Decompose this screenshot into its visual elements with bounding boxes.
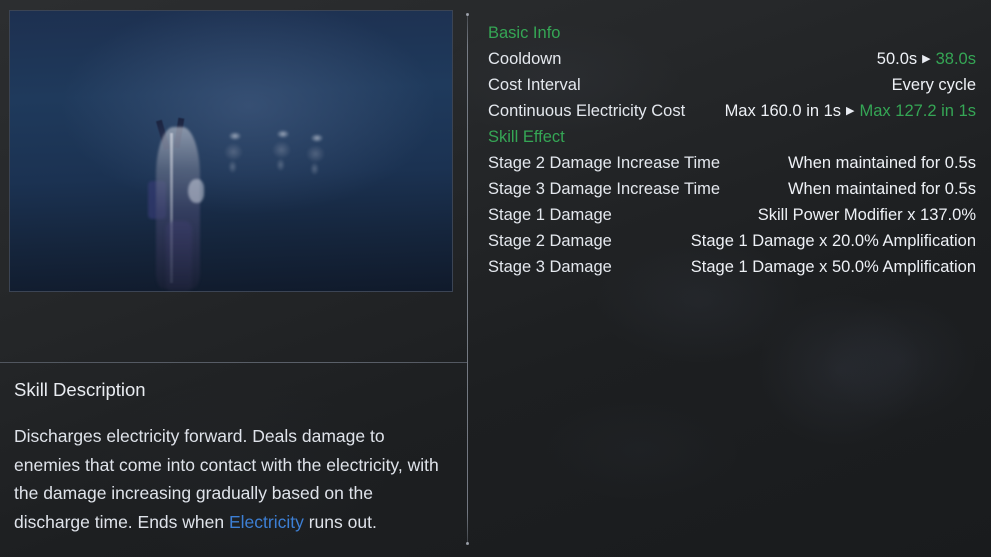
stat-list: Basic Info Cooldown 50.0s ▶ 38.0s Cost Interv… xyxy=(488,20,976,280)
stat-label: Stage 3 Damage Increase Time xyxy=(488,179,721,198)
skill-description-body: Discharges electricity forward. Deals da… xyxy=(14,422,444,536)
stat-value-arrow-icon: ▶ xyxy=(846,104,855,117)
stat-label: Continuous Electricity Cost xyxy=(488,101,686,120)
stat-value-base: 50.0s xyxy=(876,49,918,68)
stat-value: Stage 1 Damage x 20.0% Amplification xyxy=(691,232,976,251)
stat-label: Stage 2 Damage Increase Time xyxy=(488,153,721,172)
stat-value: When maintained for 0.5s xyxy=(788,180,976,199)
stat-label: Cost Interval xyxy=(488,75,581,94)
stat-value-base: Stage 1 Damage x 50.0% Amplification xyxy=(690,257,976,276)
stat-row: Stage 3 Damage Stage 1 Damage x 50.0% Amp… xyxy=(488,254,976,280)
stat-section-basic-info: Basic Info xyxy=(488,20,976,46)
stat-row: Cooldown 50.0s ▶ 38.0s xyxy=(488,46,976,72)
stat-label: Stage 2 Damage xyxy=(488,231,612,250)
stat-row: Stage 1 Damage Skill Power Modifier x 137… xyxy=(488,202,976,228)
stat-value: Max 160.0 in 1s ▶ Max 127.2 in 1s xyxy=(725,102,976,121)
enemy-silhouette xyxy=(220,129,250,173)
enemy-silhouette xyxy=(302,131,332,175)
stat-value-base: Stage 1 Damage x 20.0% Amplification xyxy=(690,231,976,250)
skill-description-heading: Skill Description xyxy=(14,379,146,400)
stat-value-arrow-icon: ▶ xyxy=(922,52,931,65)
stat-value-base: When maintained for 0.5s xyxy=(787,153,976,172)
horizontal-divider xyxy=(0,362,467,363)
skill-left-panel: 4 Electric xyxy=(0,0,468,557)
skill-stats-panel: Basic Info Cooldown 50.0s ▶ 38.0s Cost Interv… xyxy=(468,0,991,557)
skill-preview-video[interactable] xyxy=(9,10,453,292)
stat-value: Every cycle xyxy=(892,76,976,95)
stat-value: Skill Power Modifier x 137.0% xyxy=(758,206,976,225)
stat-row: Stage 2 Damage Stage 1 Damage x 20.0% Amp… xyxy=(488,228,976,254)
enemy-silhouette xyxy=(268,127,298,171)
stat-row: Cost Interval Every cycle xyxy=(488,72,976,98)
stat-section-skill-effect: Skill Effect xyxy=(488,124,976,150)
skill-detail-screen: 4 Electric xyxy=(0,0,991,557)
stat-label: Stage 1 Damage xyxy=(488,205,612,224)
stat-row: Stage 2 Damage Increase Time When maintai… xyxy=(488,150,976,176)
stat-value-boosted: Max 127.2 in 1s xyxy=(859,101,976,120)
stat-section-label: Basic Info xyxy=(488,24,561,42)
character-legs xyxy=(166,221,192,291)
skill-header: 4 Electric xyxy=(0,292,468,358)
stat-value-boosted: 38.0s xyxy=(935,49,976,68)
stat-value-base: When maintained for 0.5s xyxy=(787,179,976,198)
stat-value: 50.0s ▶ 38.0s xyxy=(877,50,976,69)
stat-label: Cooldown xyxy=(488,49,562,68)
stat-row: Stage 3 Damage Increase Time When maintai… xyxy=(488,176,976,202)
character-arm xyxy=(188,179,204,203)
stat-row: Continuous Electricity Cost Max 160.0 in … xyxy=(488,98,976,124)
stat-value-base: Skill Power Modifier x 137.0% xyxy=(757,205,976,224)
stat-value: When maintained for 0.5s xyxy=(788,154,976,173)
stat-label: Stage 3 Damage xyxy=(488,257,612,276)
description-keyword-electricity[interactable]: Electricity xyxy=(229,512,304,532)
stat-value-base: Max 160.0 in 1s xyxy=(724,101,842,120)
stat-section-label: Skill Effect xyxy=(488,128,565,146)
stat-value-base: Every cycle xyxy=(891,75,976,94)
stat-value: Stage 1 Damage x 50.0% Amplification xyxy=(691,258,976,277)
description-text-after: runs out. xyxy=(303,511,377,532)
